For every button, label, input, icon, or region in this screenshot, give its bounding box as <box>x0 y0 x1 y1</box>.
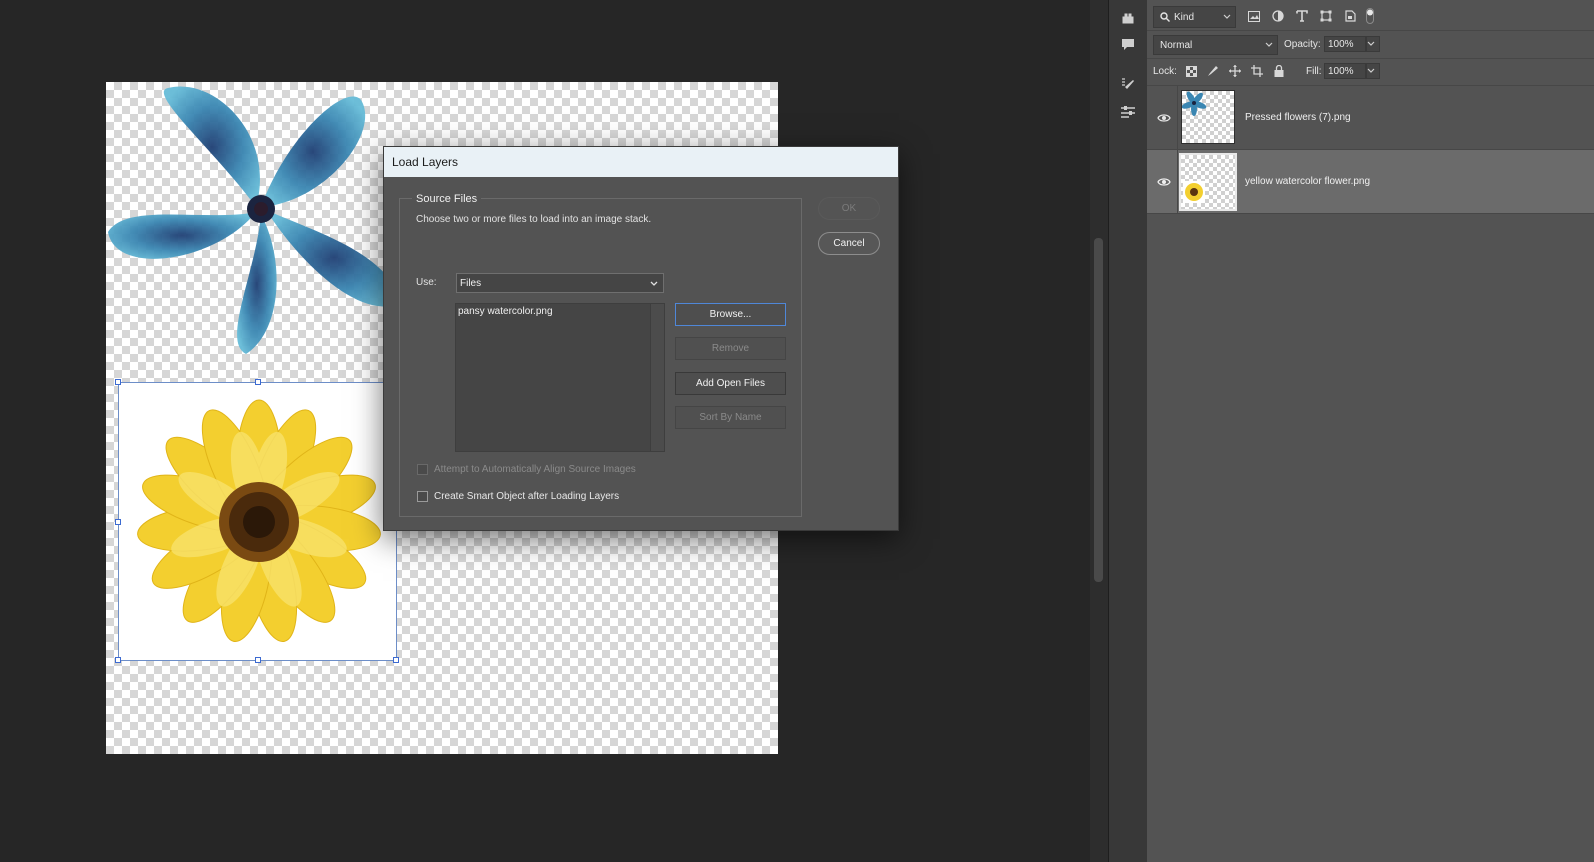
auto-align-checkbox[interactable] <box>417 464 428 475</box>
transform-handle[interactable] <box>115 379 121 385</box>
fill-value: 100% <box>1328 65 1354 77</box>
sort-by-name-button[interactable]: Sort By Name <box>675 406 786 429</box>
visibility-eye-icon[interactable] <box>1155 173 1173 191</box>
smart-object-label: Create Smart Object after Loading Layers <box>434 491 620 502</box>
comments-icon[interactable] <box>1118 34 1138 54</box>
layer-row-yellow-watercolor-flower[interactable]: yellow watercolor flower.png <box>1147 150 1594 213</box>
layer-divider <box>1147 213 1594 214</box>
visibility-eye-icon[interactable] <box>1155 109 1173 127</box>
yellow-flower-artwork <box>137 399 381 643</box>
blue-flower-thumbnail <box>1181 91 1207 116</box>
blend-mode-dropdown[interactable]: Normal <box>1153 35 1278 55</box>
layer-filter-dropdown[interactable]: Kind <box>1153 6 1236 28</box>
selected-layer-bounds[interactable] <box>115 379 399 663</box>
transform-handle[interactable] <box>115 519 121 525</box>
layer-thumbnail[interactable] <box>1181 90 1235 144</box>
layer-name[interactable]: Pressed flowers (7).png <box>1245 112 1351 123</box>
remove-button[interactable]: Remove <box>675 337 786 360</box>
chevron-down-icon <box>1223 14 1231 19</box>
auto-align-option[interactable]: Attempt to Automatically Align Source Im… <box>417 464 636 475</box>
layer-row-pressed-flowers[interactable]: Pressed flowers (7).png <box>1147 86 1594 149</box>
transform-handle[interactable] <box>255 657 261 663</box>
yellow-flower-thumbnail <box>1183 181 1205 203</box>
filter-pixel-layers-icon[interactable] <box>1246 8 1262 24</box>
chevron-down-icon <box>650 281 658 286</box>
opacity-input[interactable]: 100% <box>1324 36 1366 52</box>
dialog-titlebar[interactable] <box>384 147 898 177</box>
instructions-text: Choose two or more files to load into an… <box>416 214 652 225</box>
adjustments-icon[interactable] <box>1118 102 1138 122</box>
smart-object-checkbox[interactable] <box>417 491 428 502</box>
panel-icons-column <box>1108 0 1148 862</box>
layer-thumbnail[interactable] <box>1179 153 1237 211</box>
list-scrollbar[interactable] <box>650 304 664 451</box>
column-divider <box>1177 86 1178 149</box>
auto-align-label: Attempt to Automatically Align Source Im… <box>434 464 636 475</box>
list-item[interactable]: pansy watercolor.png <box>458 306 553 317</box>
use-dropdown[interactable]: Files <box>456 273 664 293</box>
panel-divider <box>1147 58 1594 59</box>
add-open-files-button[interactable]: Add Open Files <box>675 372 786 395</box>
filter-type-layers-icon[interactable] <box>1294 8 1310 24</box>
cancel-button[interactable]: Cancel <box>818 232 880 255</box>
opacity-slider-toggle[interactable] <box>1366 36 1380 52</box>
filter-shape-layers-icon[interactable] <box>1318 8 1334 24</box>
fill-input[interactable]: 100% <box>1324 63 1366 79</box>
ok-button[interactable]: OK <box>818 197 880 220</box>
chevron-down-icon <box>1367 68 1375 73</box>
blend-mode-value: Normal <box>1160 39 1193 51</box>
transform-handle[interactable] <box>393 657 399 663</box>
lock-transparent-pixels-icon[interactable] <box>1183 63 1199 79</box>
fill-slider-toggle[interactable] <box>1366 63 1380 79</box>
smart-object-option[interactable]: Create Smart Object after Loading Layers <box>417 491 619 502</box>
chevron-down-icon <box>1367 41 1375 46</box>
fill-label: Fill: <box>1306 66 1322 77</box>
use-label: Use: <box>416 277 437 288</box>
lock-position-icon[interactable] <box>1227 63 1243 79</box>
layers-panel: Kind Normal Opacity: 100% Lock: Fill: 10… <box>1147 0 1594 862</box>
layer-name[interactable]: yellow watercolor flower.png <box>1245 176 1370 187</box>
load-layers-dialog: Load Layers Source Files Choose two or m… <box>383 146 899 531</box>
filter-toggle-icon[interactable] <box>1362 8 1378 24</box>
scrollbar-thumb[interactable] <box>1094 238 1103 582</box>
browse-button[interactable]: Browse... <box>675 303 786 326</box>
lock-artboard-icon[interactable] <box>1249 63 1265 79</box>
use-dropdown-value: Files <box>460 277 482 289</box>
plugins-icon[interactable] <box>1118 8 1138 28</box>
transform-handle[interactable] <box>255 379 261 385</box>
opacity-label: Opacity: <box>1284 39 1321 50</box>
opacity-value: 100% <box>1328 38 1354 50</box>
filter-smart-objects-icon[interactable] <box>1342 8 1358 24</box>
dialog-title: Load Layers <box>392 155 459 169</box>
transform-handle[interactable] <box>115 657 121 663</box>
blue-flower-artwork <box>108 86 402 354</box>
source-files-list[interactable]: pansy watercolor.png <box>455 303 665 452</box>
panel-divider <box>1147 30 1594 31</box>
lock-image-pixels-icon[interactable] <box>1205 63 1221 79</box>
filter-adjustment-layers-icon[interactable] <box>1270 8 1286 24</box>
chevron-down-icon <box>1265 42 1273 47</box>
filter-kind-label: Kind <box>1174 11 1195 23</box>
lock-all-icon[interactable] <box>1271 63 1287 79</box>
lock-label: Lock: <box>1153 66 1177 77</box>
brush-settings-icon[interactable] <box>1118 74 1138 94</box>
search-icon <box>1160 12 1170 22</box>
source-files-group-label: Source Files <box>412 193 482 205</box>
column-divider <box>1177 150 1178 213</box>
